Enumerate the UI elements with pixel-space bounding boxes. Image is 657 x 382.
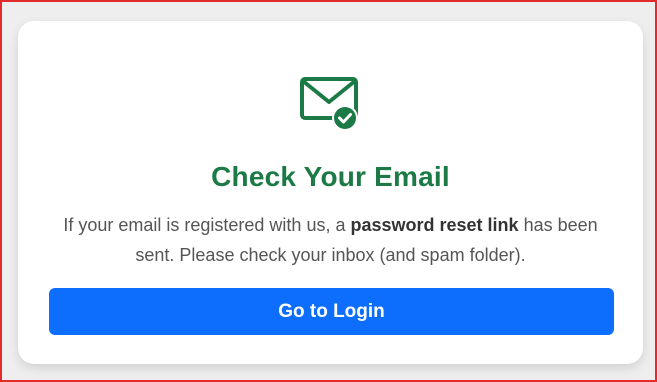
page-title: Check Your Email [211,161,450,192]
email-check-icon [299,76,363,132]
go-to-login-button[interactable]: Go to Login [49,288,614,335]
confirmation-card: Check Your Email If your email is regist… [18,21,643,364]
message-text-1: If your email is registered with us, a [63,215,351,235]
outer-frame: Check Your Email If your email is regist… [0,0,657,382]
confirmation-message: If your email is registered with us, a p… [46,210,615,270]
message-bold-text: password reset link [350,215,519,235]
